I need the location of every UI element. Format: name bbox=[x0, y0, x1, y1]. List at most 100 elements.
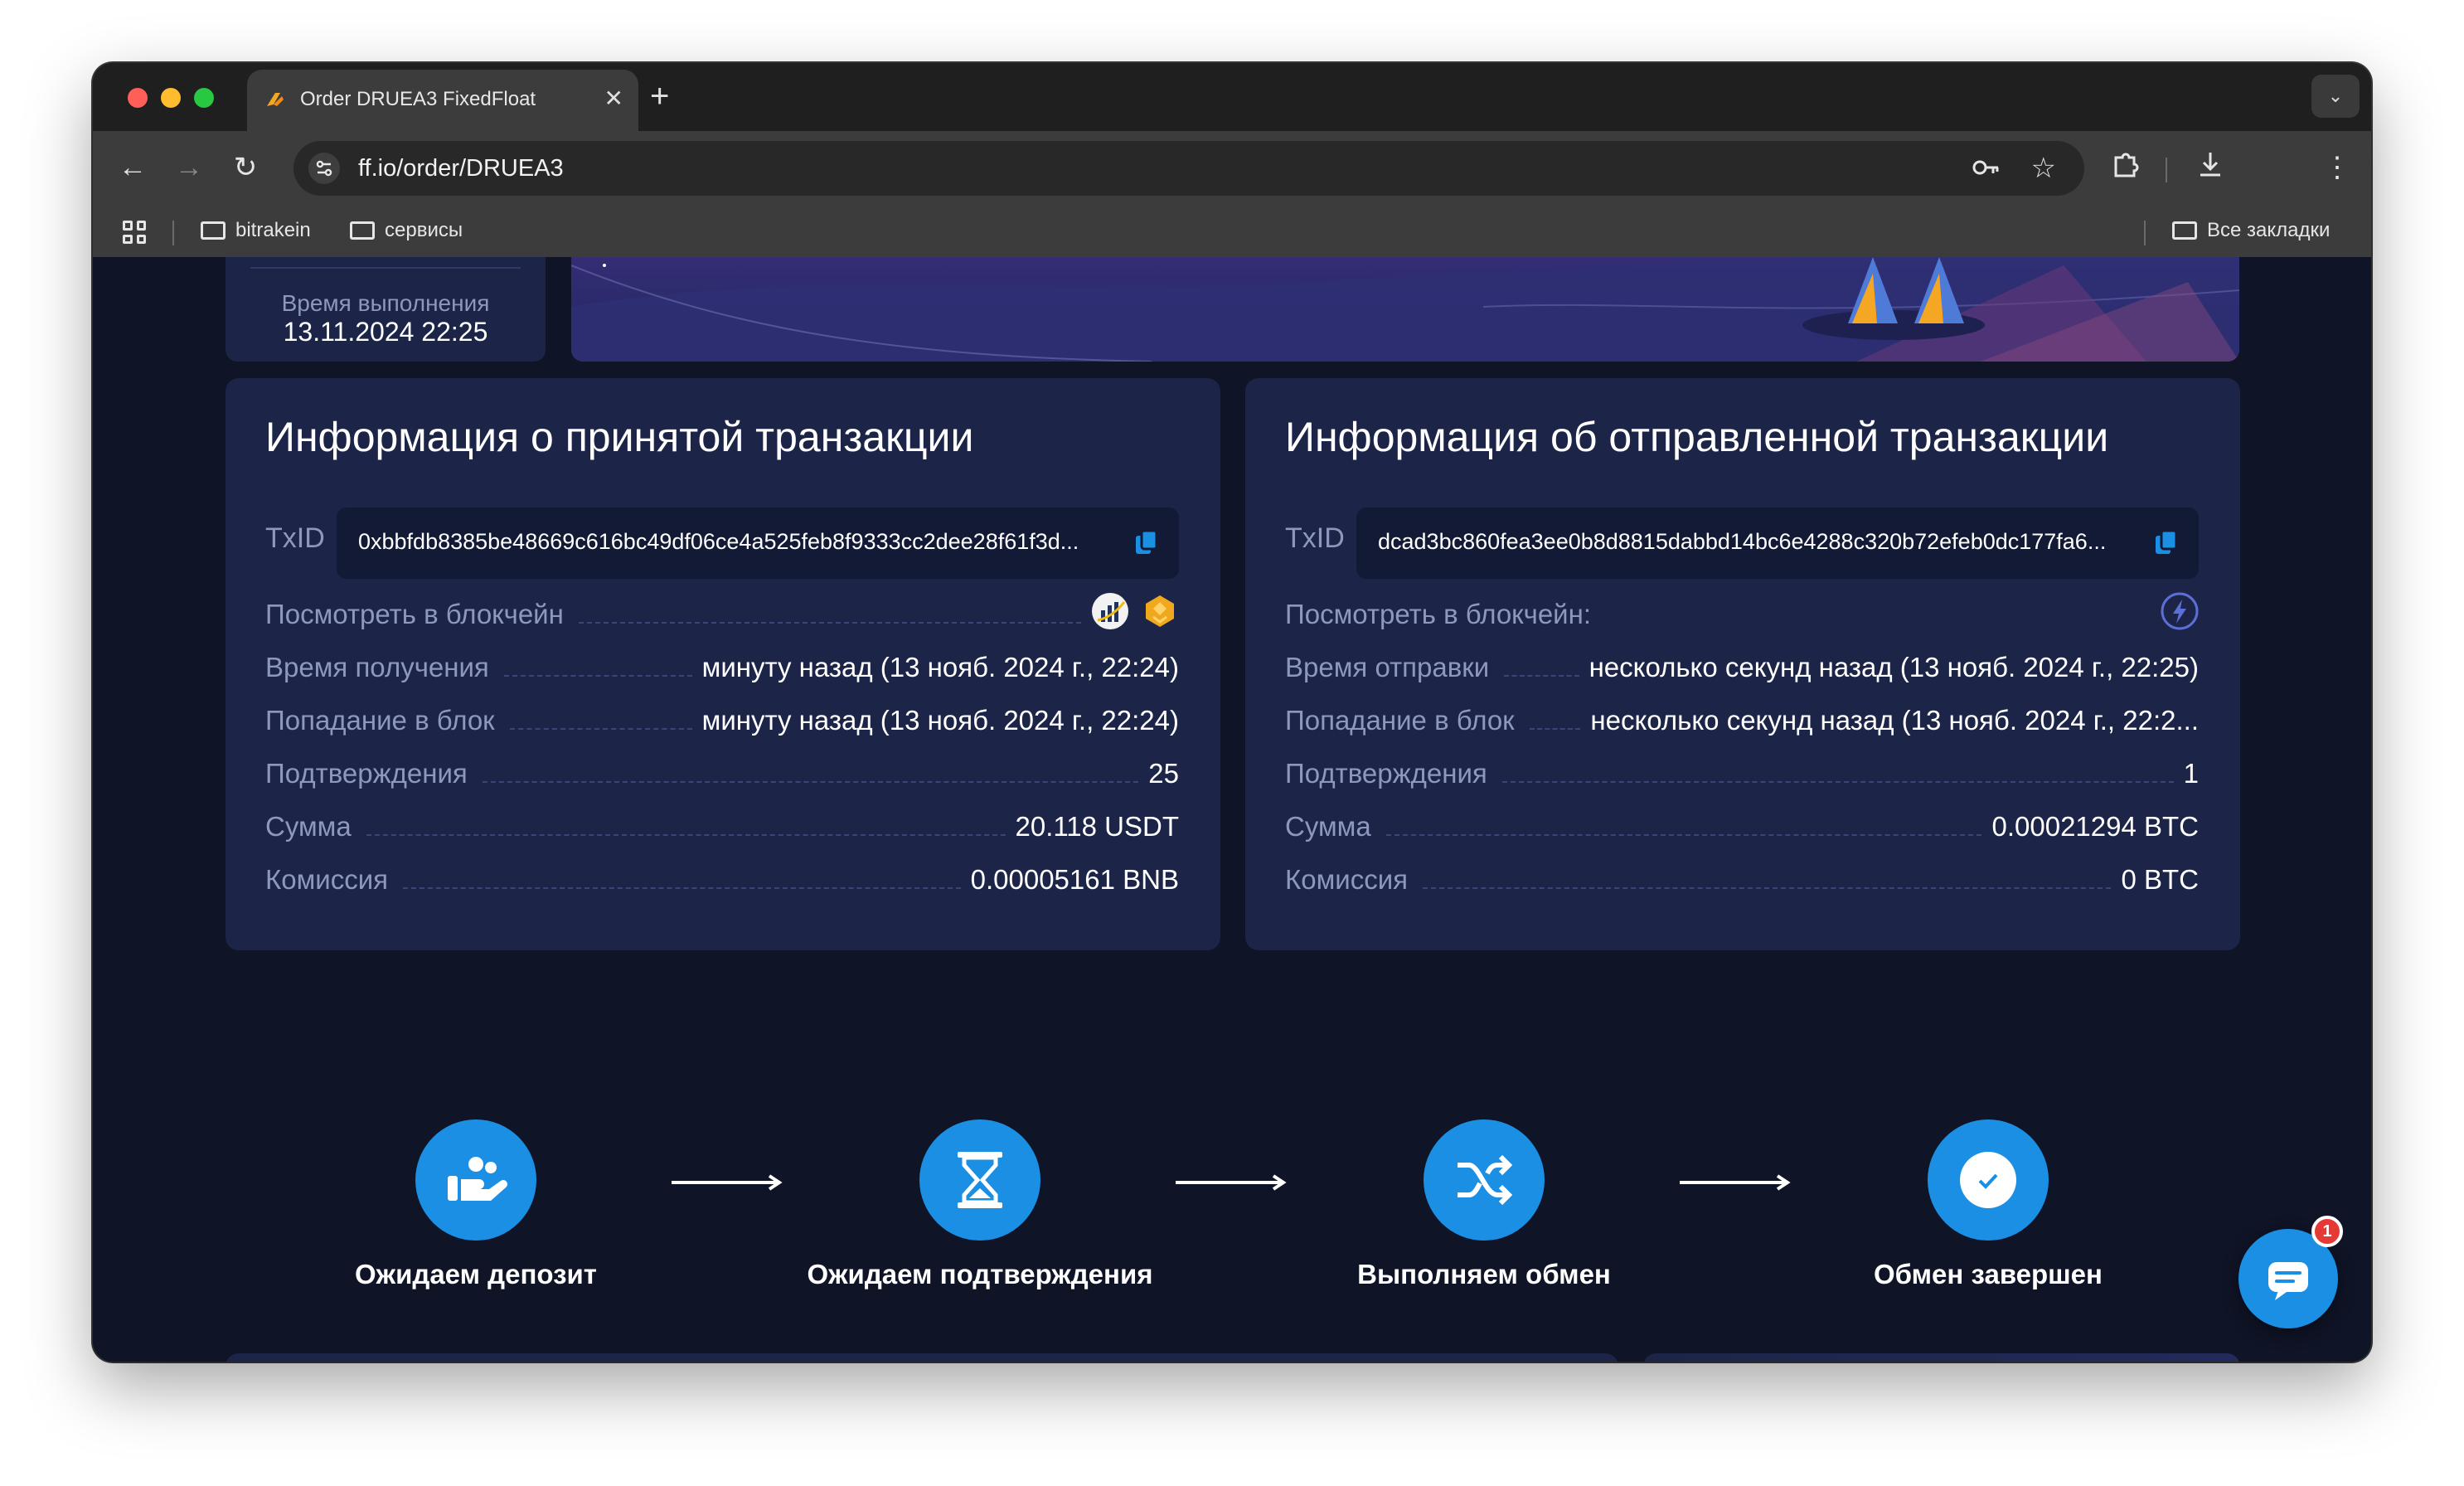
support-chat-button[interactable]: 1 bbox=[2238, 1216, 2343, 1328]
explorer-label: Посмотреть в блокчейн: bbox=[1285, 599, 1591, 629]
fixedfloat-favicon-icon bbox=[267, 93, 284, 106]
bookmarks-divider bbox=[172, 221, 174, 245]
step-label: Обмен завершен bbox=[1874, 1259, 2103, 1289]
received-amount-row: Сумма 20.118 USDT bbox=[265, 803, 1179, 843]
sent-confirmations-label: Подтверждения bbox=[1285, 758, 1487, 789]
dotted-leader bbox=[1423, 886, 2112, 889]
dotted-leader bbox=[509, 726, 692, 730]
sent-fee-label: Комиссия bbox=[1285, 864, 1409, 895]
received-time-label: Время получения bbox=[265, 652, 489, 682]
dotted-leader bbox=[1385, 833, 1982, 836]
reload-button[interactable]: ↻ bbox=[227, 149, 264, 186]
browser-window: Order DRUEA3 FixedFloat ✕ + ⌄ ← → ↻ ff.i… bbox=[93, 63, 2371, 1362]
txid-label: TxID bbox=[265, 522, 325, 554]
received-time-value: минуту назад (13 нояб. 2024 г., 22:24) bbox=[701, 652, 1179, 682]
step-circle bbox=[1928, 1119, 2049, 1241]
sent-confirmations-row: Подтверждения 1 bbox=[1285, 750, 2199, 789]
sent-time-value: несколько секунд назад (13 нояб. 2024 г.… bbox=[1589, 652, 2199, 682]
explorer-links bbox=[1091, 592, 1179, 630]
sent-txid-value: dcad3bc860fea3ee0b8d8815dabbd14bc6e4288c… bbox=[1378, 529, 2107, 554]
bookmark-star-icon[interactable]: ☆ bbox=[2031, 151, 2056, 186]
sent-amount-row: Сумма 0.00021294 BTC bbox=[1285, 803, 2199, 843]
bookmark-folder-services[interactable]: сервисы bbox=[350, 219, 463, 242]
bottom-card-left bbox=[226, 1353, 1618, 1362]
divider bbox=[250, 267, 521, 269]
bookmarks-divider bbox=[2144, 221, 2146, 245]
folder-icon bbox=[350, 221, 375, 240]
browser-tab[interactable]: Order DRUEA3 FixedFloat ✕ bbox=[247, 70, 638, 131]
page-content: Время выполнения 13.11.2024 22:25 Информ… bbox=[93, 257, 2371, 1362]
sent-time-label: Время отправки bbox=[1285, 652, 1490, 682]
received-card-title: Информация о принятой транзакции bbox=[265, 414, 974, 460]
close-window-button[interactable] bbox=[128, 88, 148, 108]
tab-strip: Order DRUEA3 FixedFloat ✕ + ⌄ bbox=[93, 63, 2371, 131]
dotted-leader bbox=[1501, 779, 2174, 783]
received-confirmations-row: Подтверждения 25 bbox=[265, 750, 1179, 789]
dotted-leader bbox=[366, 833, 1006, 836]
browser-toolbar: ← → ↻ ff.io/order/DRUEA3 ☆ ⋮ bbox=[93, 131, 2371, 206]
sent-confirmations-value: 1 bbox=[2183, 758, 2199, 789]
tab-close-icon[interactable]: ✕ bbox=[604, 85, 623, 113]
arrow-right-icon bbox=[1680, 1174, 1791, 1191]
bscscan-explorer-icon[interactable] bbox=[1091, 592, 1129, 630]
step-circle bbox=[415, 1119, 536, 1241]
extensions-puzzle-icon[interactable] bbox=[2109, 148, 2142, 192]
url-text: ff.io/order/DRUEA3 bbox=[358, 155, 564, 182]
site-info-icon[interactable] bbox=[308, 153, 340, 184]
copy-icon[interactable] bbox=[2154, 529, 2179, 557]
dotted-leader bbox=[403, 886, 961, 889]
folder-icon bbox=[201, 221, 226, 240]
bnb-explorer-icon[interactable] bbox=[1141, 592, 1179, 630]
decorative-banner bbox=[571, 257, 2239, 362]
address-bar[interactable]: ff.io/order/DRUEA3 ☆ bbox=[293, 141, 2084, 196]
chat-notification-badge: 1 bbox=[2311, 1216, 2343, 1247]
arrow-right-icon bbox=[1176, 1174, 1287, 1191]
received-fee-row: Комиссия 0.00005161 BNB bbox=[265, 856, 1179, 896]
received-confirmations-value: 25 bbox=[1148, 758, 1179, 789]
shuffle-icon bbox=[1458, 1154, 1513, 1206]
lightning-explorer-icon[interactable] bbox=[2161, 592, 2199, 630]
back-button[interactable]: ← bbox=[114, 149, 151, 186]
completion-time-label: Время выполнения bbox=[281, 290, 490, 316]
completion-time-value: 13.11.2024 22:25 bbox=[283, 317, 488, 347]
tab-search-button[interactable]: ⌄ bbox=[2311, 75, 2360, 118]
received-amount-label: Сумма bbox=[265, 811, 352, 842]
minimize-window-button[interactable] bbox=[161, 88, 181, 108]
sent-fee-value: 0 BTC bbox=[2121, 864, 2199, 895]
dotted-leader bbox=[503, 673, 692, 677]
download-icon[interactable] bbox=[2194, 148, 2227, 192]
step-label: Выполняем обмен bbox=[1357, 1259, 1611, 1289]
copy-icon[interactable] bbox=[1134, 529, 1159, 557]
bottom-card-right bbox=[1643, 1353, 2240, 1362]
step-label: Ожидаем депозит bbox=[355, 1259, 597, 1289]
received-txid-field[interactable]: 0xbbfdb8385be48669c616bc49df06ce4a525feb… bbox=[337, 507, 1179, 579]
sent-txid-field[interactable]: dcad3bc860fea3ee0b8d8815dabbd14bc6e4288c… bbox=[1356, 507, 2199, 579]
chevron-down-icon: ⌄ bbox=[2327, 85, 2344, 106]
apps-grid-icon[interactable] bbox=[123, 221, 146, 244]
banner-illustration bbox=[571, 257, 2239, 362]
new-tab-button[interactable]: + bbox=[650, 78, 669, 114]
bookmark-label: сервисы bbox=[385, 219, 463, 241]
browser-menu-icon[interactable]: ⋮ bbox=[2323, 148, 2351, 187]
all-bookmarks-button[interactable]: Все закладки bbox=[2172, 219, 2330, 242]
received-block-label: Попадание в блок bbox=[265, 705, 495, 736]
step-circle bbox=[1424, 1119, 1545, 1241]
step-circle bbox=[919, 1119, 1040, 1241]
explorer-links bbox=[2161, 592, 2199, 630]
arrow-right-icon bbox=[672, 1174, 783, 1191]
all-bookmarks-label: Все закладки bbox=[2207, 219, 2331, 241]
dotted-leader bbox=[578, 620, 1081, 624]
sent-block-row: Попадание в блок несколько секунд назад … bbox=[1285, 697, 2199, 736]
forward-button[interactable]: → bbox=[171, 149, 207, 186]
maximize-window-button[interactable] bbox=[194, 88, 214, 108]
sent-explorer-row: Посмотреть в блокчейн: bbox=[1285, 590, 2199, 630]
bookmark-folder-bitrakein[interactable]: bitrakein bbox=[201, 219, 311, 242]
tab-title: Order DRUEA3 FixedFloat bbox=[300, 88, 536, 110]
password-key-icon[interactable] bbox=[1970, 151, 2003, 192]
dotted-leader bbox=[1504, 673, 1579, 677]
sent-block-value: несколько секунд назад (13 нояб. 2024 г.… bbox=[1590, 705, 2199, 736]
received-block-row: Попадание в блок минуту назад (13 нояб. … bbox=[265, 697, 1179, 736]
step-label: Ожидаем подтверждения bbox=[807, 1259, 1153, 1289]
received-amount-value: 20.118 USDT bbox=[1015, 811, 1179, 842]
